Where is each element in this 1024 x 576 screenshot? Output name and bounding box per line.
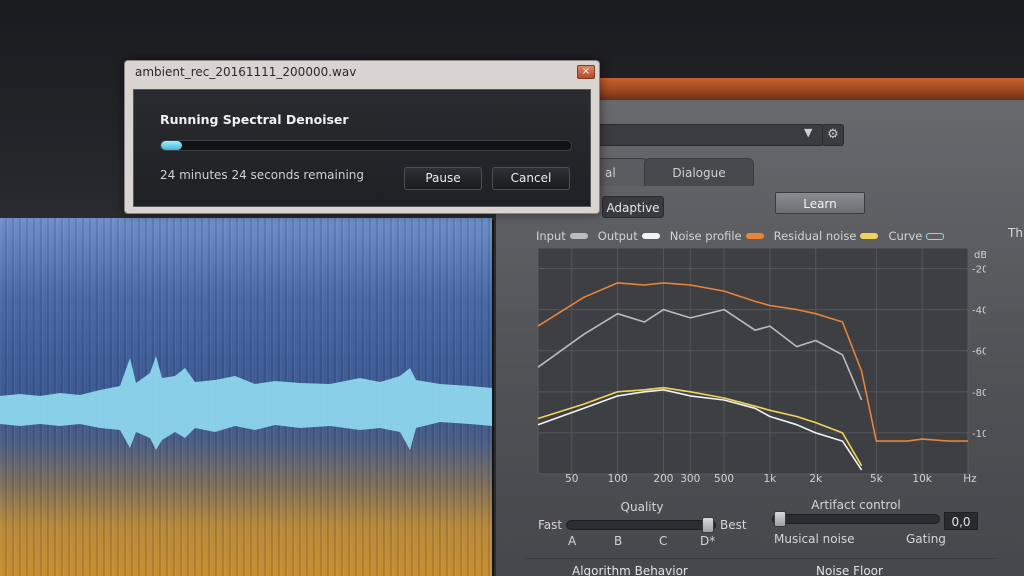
db-tick-label: -20 bbox=[972, 265, 986, 276]
spectrum-graph[interactable]: dB -20 -40 -60 -80 -100 50 100 200 300 500 1k 2k 5k 10… bbox=[536, 244, 986, 484]
db-tick-label: -100 bbox=[972, 429, 986, 440]
legend-swatch bbox=[641, 233, 660, 239]
hz-tick-label: 1k bbox=[764, 473, 778, 484]
adaptive-mode-button[interactable]: Adaptive bbox=[602, 196, 664, 218]
pause-button[interactable]: Pause bbox=[404, 167, 482, 190]
db-tick-label: -80 bbox=[972, 388, 986, 399]
legend-item-input[interactable]: Input bbox=[536, 229, 588, 243]
quality-mark-b: B bbox=[614, 534, 623, 548]
legend-item-residual-noise[interactable]: Residual noise bbox=[774, 229, 879, 243]
legend-label: Noise profile bbox=[669, 229, 742, 243]
hz-tick-label: Hz bbox=[963, 473, 977, 484]
musical-noise-label: Musical noise bbox=[774, 532, 855, 546]
hz-tick-label: 500 bbox=[714, 473, 734, 484]
legend-label: Curve bbox=[888, 229, 923, 243]
spectrum-graph-svg: dB -20 -40 -60 -80 -100 50 100 200 300 500 1k 2k 5k 10… bbox=[537, 247, 986, 484]
hz-tick-label: 200 bbox=[653, 473, 673, 484]
cancel-button[interactable]: Cancel bbox=[492, 167, 570, 190]
legend-swatch bbox=[926, 232, 945, 240]
gating-label: Gating bbox=[906, 532, 946, 546]
artifact-control-title: Artifact control bbox=[811, 498, 901, 512]
time-remaining: 24 minutes 24 seconds remaining bbox=[160, 168, 365, 182]
quality-slider[interactable] bbox=[566, 520, 716, 530]
spectrogram-view[interactable] bbox=[0, 218, 492, 576]
section-divider bbox=[526, 558, 996, 559]
preset-dropdown[interactable] bbox=[588, 124, 824, 146]
legend-swatch bbox=[860, 233, 879, 239]
progress-bar bbox=[160, 140, 572, 151]
quality-mark-c: C bbox=[659, 534, 668, 548]
quality-mark-d: D* bbox=[700, 534, 716, 548]
artifact-control-slider-thumb[interactable] bbox=[774, 511, 786, 527]
hz-tick-label: 5k bbox=[870, 473, 884, 484]
tab-dialogue[interactable]: Dialogue bbox=[644, 158, 754, 186]
gear-icon[interactable]: ⚙ bbox=[822, 124, 844, 146]
dialog-title: ambient_rec_20161111_200000.wav bbox=[135, 65, 357, 79]
dialog-body: Running Spectral Denoiser 24 minutes 24 … bbox=[133, 89, 591, 207]
graph-plot-area bbox=[537, 247, 969, 475]
hz-tick-label: 10k bbox=[912, 473, 932, 484]
hz-tick-label: 300 bbox=[680, 473, 700, 484]
quality-best-label: Best bbox=[720, 518, 747, 532]
noise-floor-title: Noise Floor bbox=[816, 564, 883, 576]
algorithm-behavior-title: Algorithm Behavior bbox=[572, 564, 688, 576]
hz-tick-label: 2k bbox=[809, 473, 823, 484]
chevron-down-icon[interactable]: ▼ bbox=[804, 126, 818, 144]
quality-slider-thumb[interactable] bbox=[702, 517, 714, 533]
legend-swatch bbox=[745, 233, 764, 239]
legend-item-curve[interactable]: Curve bbox=[888, 229, 945, 243]
waveform-overlay bbox=[0, 356, 492, 450]
hz-tick-label: 50 bbox=[565, 473, 578, 484]
quality-title: Quality bbox=[620, 500, 664, 514]
legend-swatch bbox=[569, 233, 588, 239]
quality-mark-a: A bbox=[568, 534, 577, 548]
legend-label: Residual noise bbox=[773, 229, 857, 243]
quality-fast-label: Fast bbox=[538, 518, 563, 532]
hz-tick-label: 100 bbox=[608, 473, 628, 484]
close-icon[interactable]: × bbox=[577, 65, 595, 79]
artifact-control-value[interactable]: 0,0 bbox=[944, 512, 978, 530]
waveform bbox=[0, 356, 492, 450]
learn-button[interactable]: Learn bbox=[775, 192, 865, 214]
artifact-control-slider[interactable] bbox=[772, 514, 940, 524]
legend-item-output[interactable]: Output bbox=[598, 229, 660, 243]
status-label: Running Spectral Denoiser bbox=[160, 112, 349, 127]
legend-label: Output bbox=[597, 229, 638, 243]
legend-label: Input bbox=[536, 229, 566, 243]
db-tick-label: -40 bbox=[972, 306, 986, 317]
graph-legend: Input Output Noise profile Residual nois… bbox=[536, 228, 945, 244]
db-unit-label: dB bbox=[974, 250, 986, 261]
legend-item-noise-profile[interactable]: Noise profile bbox=[670, 229, 764, 243]
progress-dialog: ambient_rec_20161111_200000.wav × Runnin… bbox=[124, 60, 600, 214]
progress-bar-fill bbox=[161, 141, 182, 150]
db-tick-label: -60 bbox=[972, 347, 986, 358]
threshold-label: Thr bbox=[1008, 226, 1024, 240]
